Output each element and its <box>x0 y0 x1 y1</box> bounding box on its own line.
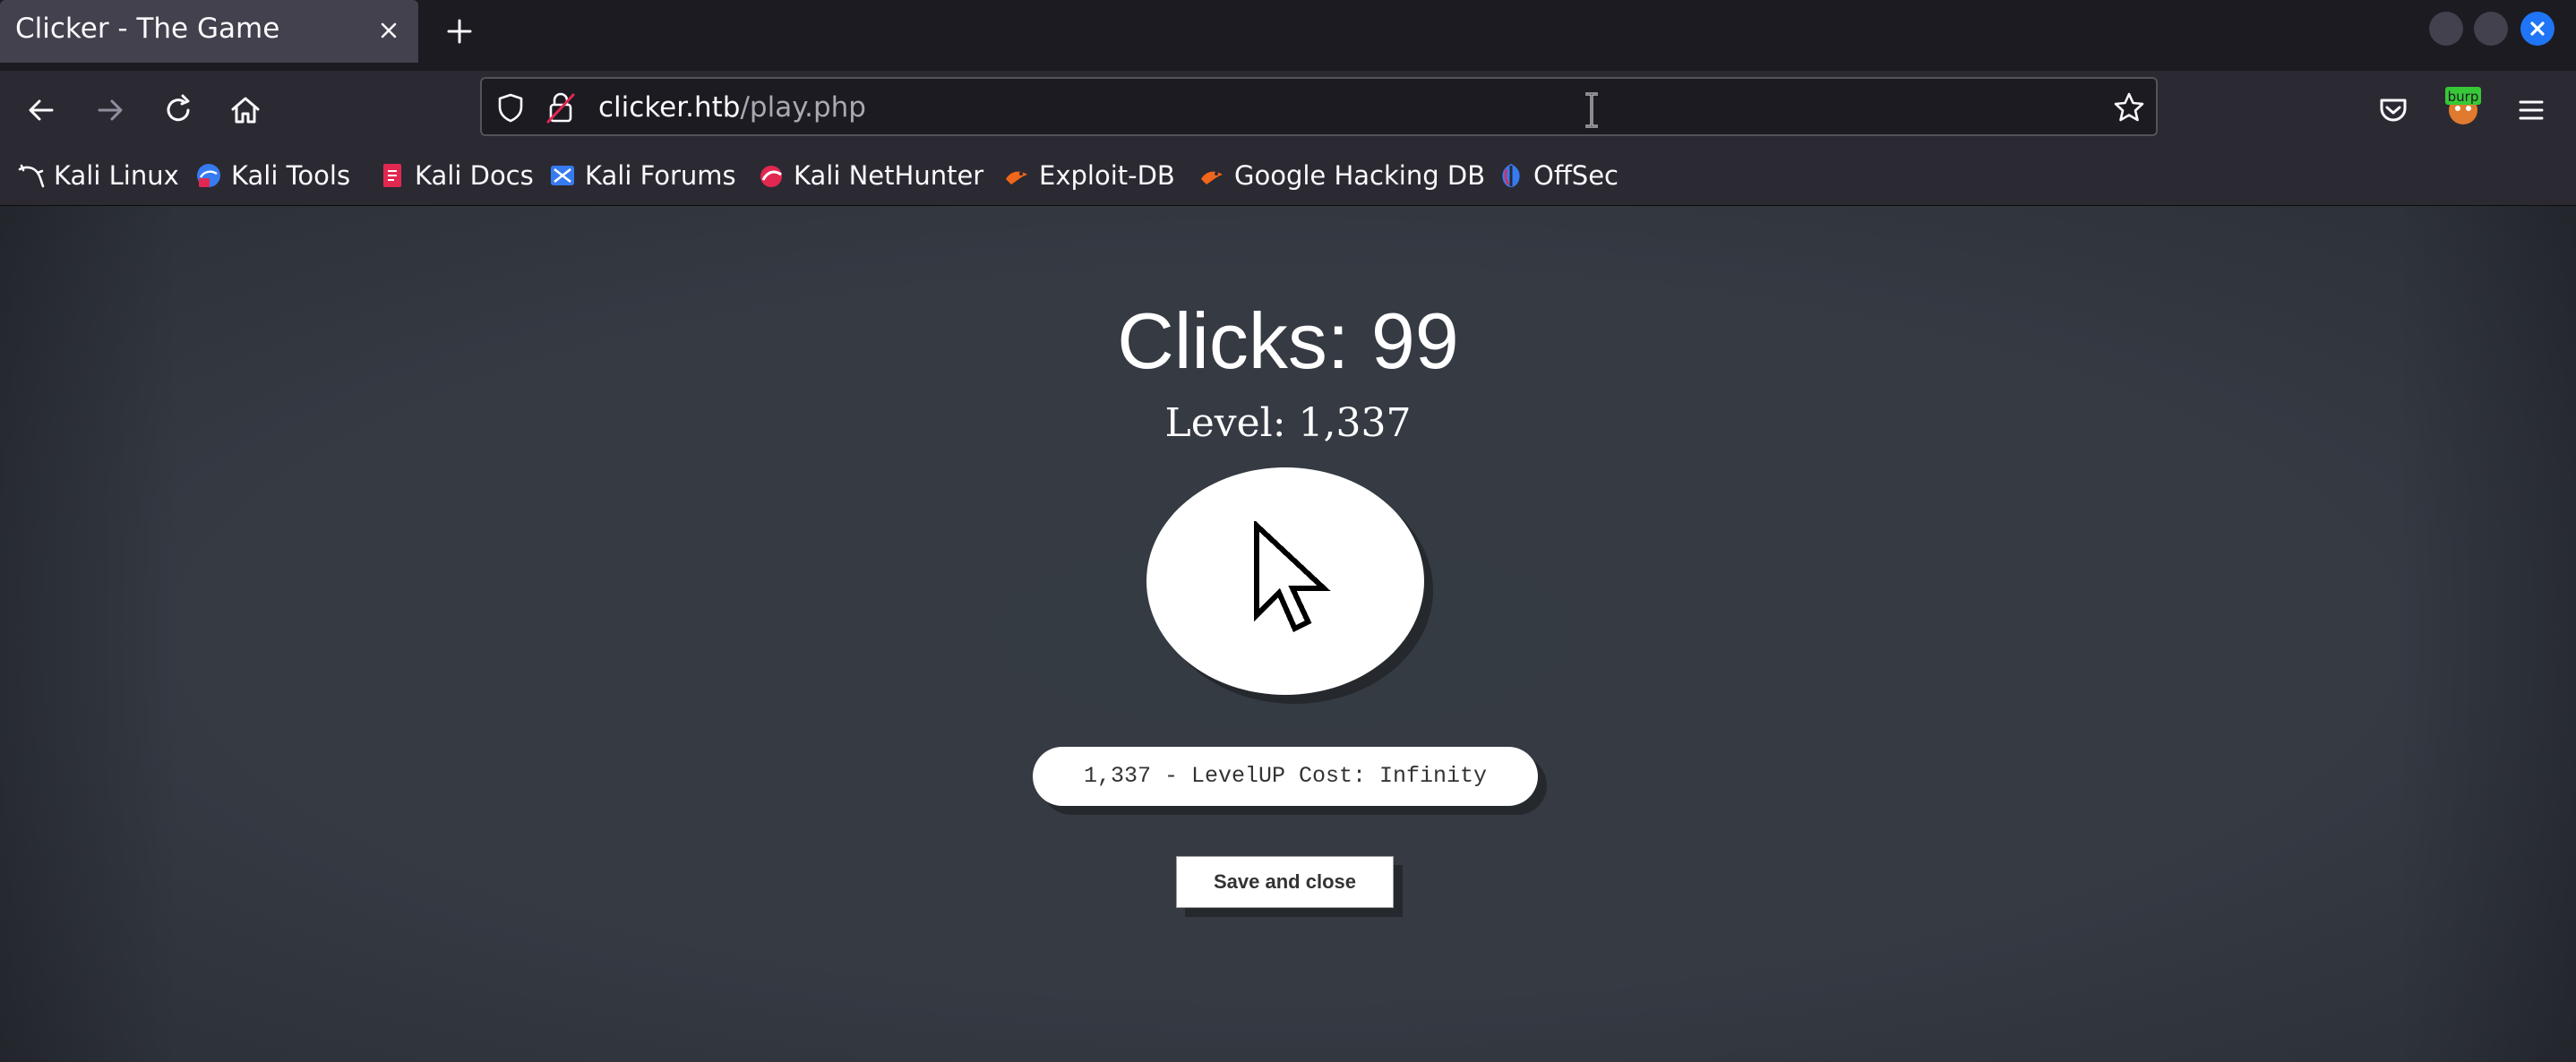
bookmark-exploit-db[interactable]: Exploit-DB <box>1003 159 1175 192</box>
bookmark-kali-docs[interactable]: Kali Docs <box>379 159 534 192</box>
maximize-button[interactable] <box>2474 12 2508 46</box>
kali-forums-icon <box>549 162 576 189</box>
star-icon[interactable] <box>2112 90 2146 124</box>
bookmark-label: Kali Docs <box>415 160 534 191</box>
url-path: /play.php <box>740 91 866 124</box>
bookmark-kali-tools[interactable]: Kali Tools <box>195 159 350 192</box>
save-and-close-button[interactable]: Save and close <box>1176 856 1394 908</box>
tab-title: Clicker - The Game <box>15 13 280 45</box>
kali-docs-icon <box>379 162 406 189</box>
kali-dragon-icon <box>18 162 45 189</box>
clicks-counter: Clicks: 99 <box>1117 296 1459 385</box>
navigation-toolbar: clicker.htb/play.php burp <box>0 71 2576 148</box>
minimize-button[interactable] <box>2429 12 2463 46</box>
bookmarks-toolbar: Kali Linux Kali Tools Kali Docs Kali For… <box>0 148 2576 206</box>
ghdb-icon <box>1198 162 1225 189</box>
url-domain: clicker.htb <box>598 91 741 124</box>
offsec-icon <box>1498 162 1524 189</box>
svg-text:burp: burp <box>2448 89 2479 105</box>
browser-tab[interactable]: Clicker - The Game <box>0 0 418 63</box>
plus-icon[interactable] <box>442 13 477 49</box>
bookmark-label: Kali Linux <box>54 160 179 191</box>
bookmark-label: Google Hacking DB <box>1234 160 1486 191</box>
levelup-button[interactable]: 1,337 - LevelUP Cost: Infinity <box>1033 747 1538 806</box>
url-bar[interactable]: clicker.htb/play.php <box>480 77 2158 136</box>
clicker-button[interactable] <box>1146 467 1424 695</box>
tab-strip: Clicker - The Game <box>0 0 2576 71</box>
bookmark-kali-linux[interactable]: Kali Linux <box>18 159 179 192</box>
pocket-icon[interactable] <box>2375 92 2411 128</box>
back-arrow-icon[interactable] <box>23 92 59 128</box>
level-display: Level: 1,337 <box>1164 400 1412 446</box>
url-text: clicker.htb/play.php <box>598 91 866 124</box>
bookmark-label: Kali Tools <box>231 160 351 191</box>
mouse-cursor-icon <box>1252 521 1333 638</box>
bookmark-label: OffSec <box>1533 160 1619 191</box>
reload-icon[interactable] <box>160 92 196 128</box>
exploit-db-icon <box>1003 162 1030 189</box>
text-cursor-icon <box>1582 91 1601 129</box>
home-icon[interactable] <box>228 92 263 128</box>
bookmark-label: Exploit-DB <box>1039 160 1175 191</box>
nethunter-icon <box>758 162 785 189</box>
shield-icon[interactable] <box>494 91 527 124</box>
bookmark-offsec[interactable]: OffSec <box>1498 159 1619 192</box>
kali-tools-icon <box>195 162 222 189</box>
bookmark-label: Kali NetHunter <box>794 160 984 191</box>
forward-arrow-icon[interactable] <box>92 92 128 128</box>
bookmark-kali-nethunter[interactable]: Kali NetHunter <box>758 159 983 192</box>
page-content: Clicks: 99 Level: 1,337 1,337 - LevelUP … <box>0 206 2576 1062</box>
bookmark-label: Kali Forums <box>585 160 736 191</box>
hamburger-menu-icon[interactable] <box>2513 92 2549 128</box>
bookmark-google-hacking-db[interactable]: Google Hacking DB <box>1198 159 1485 192</box>
close-icon[interactable] <box>373 14 405 47</box>
close-window-button[interactable] <box>2520 12 2555 46</box>
lock-icon[interactable] <box>545 90 577 125</box>
bookmark-kali-forums[interactable]: Kali Forums <box>549 159 736 192</box>
burp-extension-icon[interactable]: burp <box>2443 83 2483 128</box>
